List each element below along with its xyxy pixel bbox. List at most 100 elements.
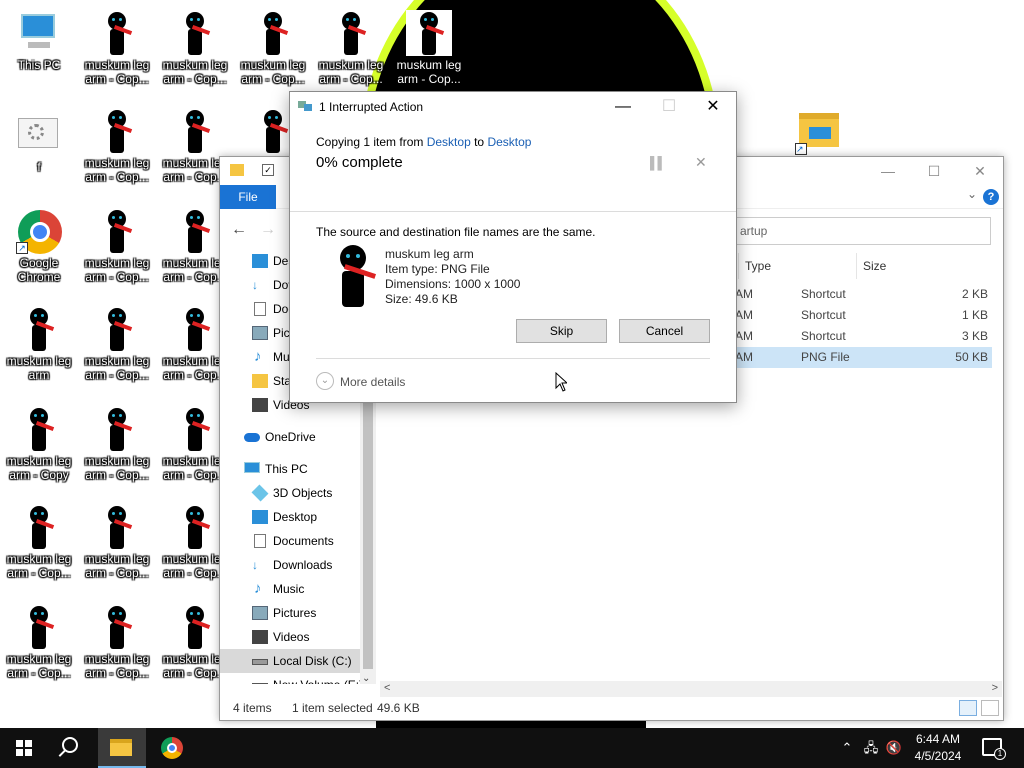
pause-icon[interactable]: ▌▌ [650,156,666,170]
stick-figure-image-icon [172,504,218,550]
dialog-title: 1 Interrupted Action [319,100,424,114]
stick-figure-image-icon [172,10,218,56]
clock-time: 6:44 AM [915,732,961,746]
desktop-icon-muskum[interactable]: muskum leg arm - Cop... [80,500,154,590]
nav-item-pictures[interactable]: Pictures [220,601,375,625]
dialog-titlebar[interactable]: 1 Interrupted Action — ☐ ✕ [290,92,736,122]
stick-figure-image-icon [16,604,62,650]
chevron-down-icon[interactable]: ⌄ [316,372,334,390]
desktop-icon-muskum[interactable]: muskum leg arm - Cop... [80,204,154,294]
file-size: Size: 49.6 KB [385,292,458,306]
back-arrow-icon[interactable]: ← [231,221,247,239]
forward-arrow-icon[interactable]: → [260,221,276,239]
maximize-icon: ☐ [661,98,677,115]
minimize-icon[interactable]: — [600,92,646,122]
videos-icon [252,630,268,644]
desktop-icon-muskum-leg-arm[interactable]: muskum leg arm [2,302,76,392]
desktop-icon-muskum[interactable]: muskum leg arm - Cop... [80,6,154,96]
horizontal-scrollbar[interactable]: < > [380,681,1002,697]
desktop-icon-muskum[interactable]: muskum leg arm - Cop... [158,6,232,96]
taskbar-file-explorer[interactable] [98,728,146,768]
table-row-selected[interactable]: AM PNG File 50 KB [735,347,992,368]
status-selected-size: 49.6 KB [377,701,420,715]
desktop-icon-muskum[interactable]: muskum leg arm - Cop... [80,104,154,194]
nav-item-desktop[interactable]: Desktop [220,505,375,529]
destination-link[interactable]: Desktop [487,135,531,149]
music-icon: ♪ [254,580,262,597]
chevron-down-icon[interactable]: ⌄ [967,187,977,201]
nav-item-local-disk-c[interactable]: Local Disk (C:) [220,649,375,673]
nav-item-onedrive[interactable]: OneDrive [220,425,375,449]
network-icon[interactable]: 🖧 [860,728,882,768]
start-button[interactable] [0,728,48,768]
file-tab[interactable]: File [220,185,276,209]
desktop-icon-google-chrome[interactable]: ↗ Google Chrome [2,204,76,294]
desktop-icon-muskum[interactable]: muskum leg arm - Cop... [2,500,76,590]
large-icons-view-icon[interactable] [981,700,999,716]
minimize-icon[interactable]: — [865,157,911,185]
file-info: muskum leg arm Item type: PNG File Dimen… [385,247,520,307]
chevron-right-icon[interactable]: > [992,682,998,694]
stick-figure-image-icon [94,406,140,452]
stick-figure-image-icon [172,208,218,254]
folder-icon [230,164,244,176]
help-icon[interactable]: ? [983,189,999,205]
computer-icon [16,10,62,56]
interrupted-action-dialog: 1 Interrupted Action — ☐ ✕ Copying 1 ite… [289,91,737,403]
skip-button[interactable]: Skip [516,319,607,343]
desktop-icon-muskum[interactable]: muskum leg arm - Cop... [80,402,154,492]
properties-icon[interactable]: ✓ [262,164,274,176]
folder-shortcut-icon[interactable]: ↗ [795,113,841,155]
chevron-down-icon[interactable]: ⌄ [362,673,370,684]
desktop-icon-muskum[interactable]: muskum leg arm - Cop... [2,600,76,690]
table-row[interactable]: AM Shortcut 2 KB [735,284,992,305]
desktop-icon-this-pc[interactable]: This PC [2,6,76,96]
cancel-button[interactable]: Cancel [619,319,710,343]
videos-icon [252,398,268,412]
windows-icon [16,740,32,756]
desktop-icon-f[interactable]: f [2,108,76,198]
desktop-icon-muskum[interactable]: muskum leg arm - Cop... [314,6,388,96]
nav-item-this-pc[interactable]: This PC [220,457,375,481]
taskbar-chrome[interactable] [148,728,196,768]
close-icon[interactable]: ✕ [690,92,736,122]
desktop-icon-muskum-copy[interactable]: muskum leg arm - Copy [2,402,76,492]
onedrive-icon [244,433,260,442]
documents-icon [254,534,266,548]
chevron-left-icon[interactable]: < [384,682,390,694]
column-size[interactable]: Size [856,253,934,279]
folder-icon [252,374,268,388]
desktop-icon-muskum[interactable]: muskum leg arm - Cop... [80,302,154,392]
details-view-icon[interactable] [959,700,977,716]
nav-item-3d-objects[interactable]: 3D Objects [220,481,375,505]
table-row[interactable]: AM Shortcut 3 KB [735,326,992,347]
nav-item-videos[interactable]: Videos [220,625,375,649]
source-link[interactable]: Desktop [427,135,471,149]
desktop-icon-muskum[interactable]: muskum leg arm - Cop... [80,600,154,690]
nav-item-documents[interactable]: Documents [220,529,375,553]
more-details-toggle[interactable]: More details [340,375,405,389]
chevron-up-icon[interactable]: ⌃ [838,728,856,768]
downloads-icon: ↓ [252,278,258,292]
nav-item-new-volume-e[interactable]: New Volume (E:) [220,673,375,684]
stick-figure-image-icon [94,604,140,650]
search-input[interactable]: artup [735,217,991,245]
column-type[interactable]: Type [738,253,856,279]
search-button[interactable] [48,728,96,768]
documents-icon [254,302,266,316]
table-row[interactable]: AM Shortcut 1 KB [735,305,992,326]
status-selected-count: 1 item selected [292,701,373,715]
close-icon[interactable]: ✕ [957,157,1003,185]
nav-item-downloads[interactable]: ↓ Downloads [220,553,375,577]
nav-item-music[interactable]: ♪ Music [220,577,375,601]
system-clock[interactable]: 6:44 AM 4/5/2024 [900,731,976,765]
desktop-icon [252,254,268,268]
progress-percent: 0% complete [316,154,403,171]
stick-figure-image-icon [172,406,218,452]
stick-figure-image-icon [406,10,452,56]
status-item-count: 4 items [233,701,272,715]
stop-icon[interactable]: ✕ [695,154,707,171]
maximize-icon[interactable]: ☐ [911,157,957,185]
desktop-icon-muskum-selected[interactable]: muskum leg arm - Cop... [392,6,466,96]
desktop-icon-muskum[interactable]: muskum leg arm - Cop... [236,6,310,96]
